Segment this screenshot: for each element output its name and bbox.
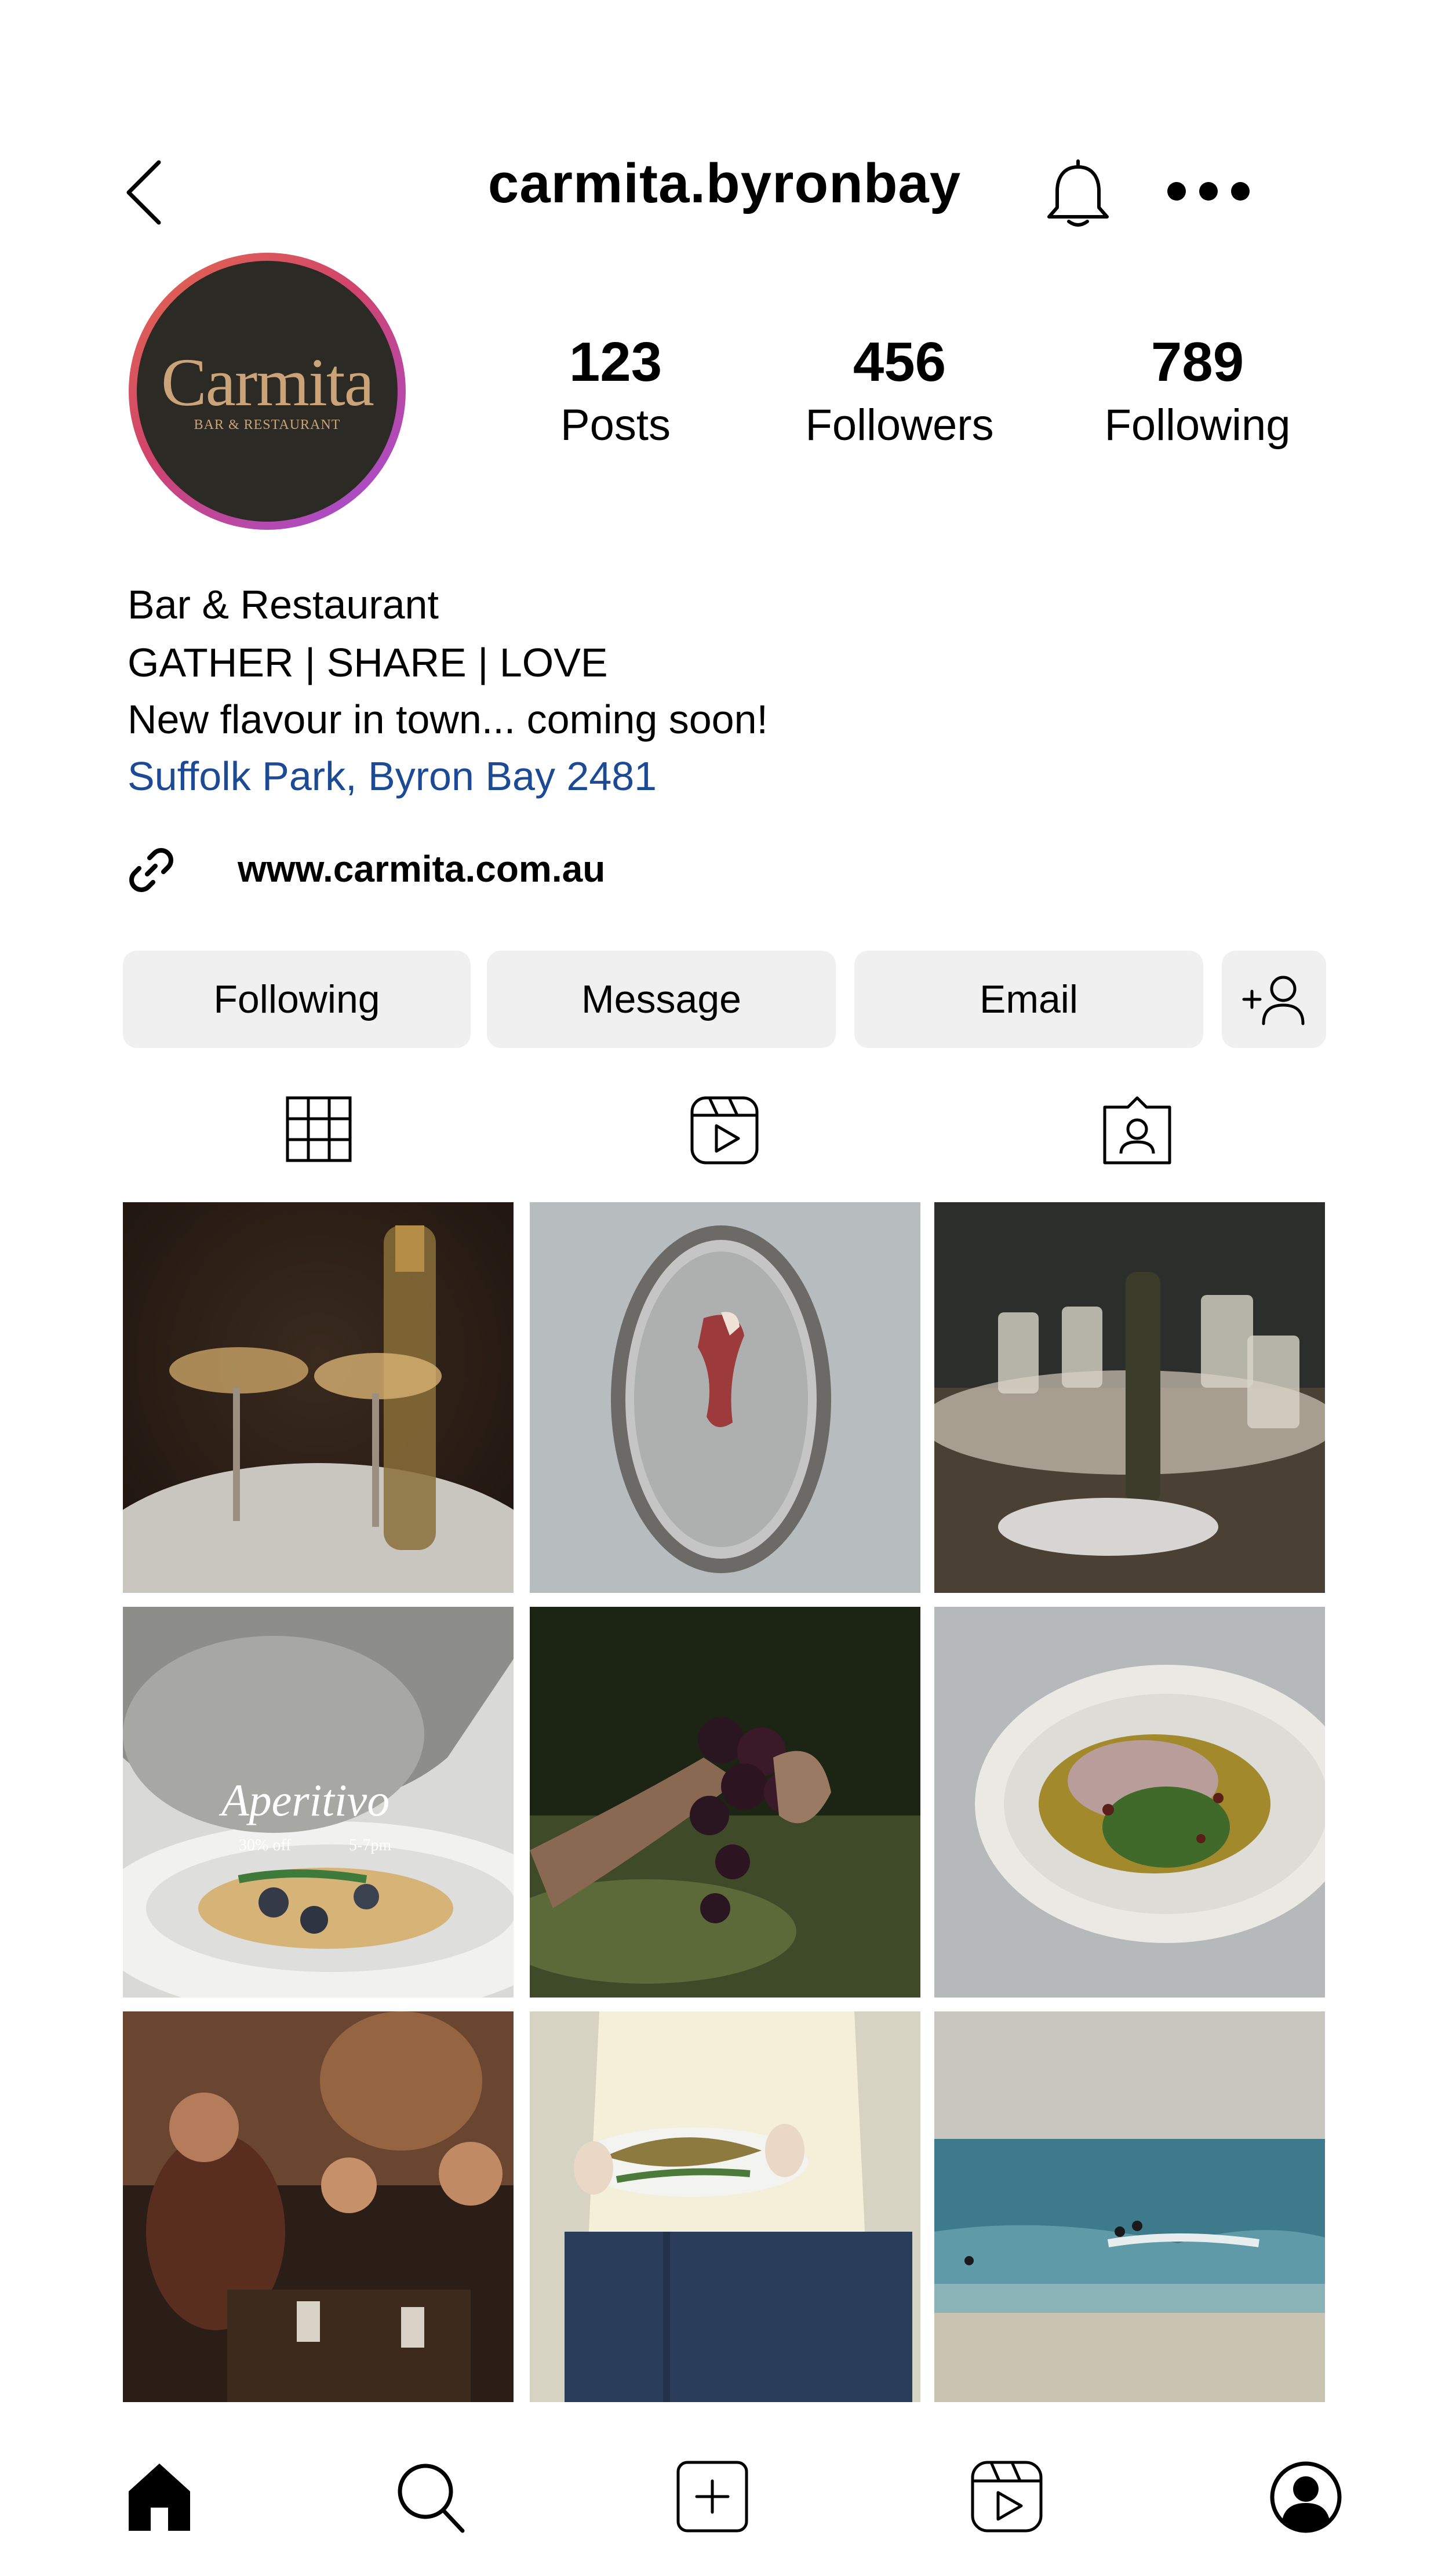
avatar[interactable]: Carmita BAR & RESTAURANT [137, 261, 398, 522]
nav-search[interactable] [392, 2457, 467, 2538]
avatar-logo-text: Carmita [161, 344, 374, 420]
home-icon [129, 2464, 190, 2531]
bio-line: New flavour in town... coming soon! [128, 697, 768, 742]
stat-posts-value: 123 [569, 331, 662, 393]
tab-grid[interactable] [284, 1093, 354, 1169]
post-overlay-subtext: 5-7pm [349, 1836, 391, 1854]
profile-icon [1270, 2461, 1342, 2533]
reels-icon [690, 1096, 759, 1165]
bell-icon[interactable] [1043, 154, 1113, 230]
post-thumbnail[interactable] [934, 2011, 1325, 2402]
stat-following-value: 789 [1151, 331, 1244, 393]
stat-followers[interactable]: 456 Followers [795, 328, 1004, 454]
post-thumbnail[interactable] [934, 1202, 1325, 1593]
nav-home[interactable] [122, 2457, 197, 2538]
post-thumbnail[interactable] [934, 1607, 1325, 1998]
tab-reels[interactable] [689, 1093, 760, 1169]
post-overlay-subtext: 30% off [239, 1836, 292, 1854]
more-options-icon[interactable] [1162, 177, 1255, 206]
avatar-logo-subtitle: BAR & RESTAURANT [194, 417, 341, 432]
add-user-icon [1242, 976, 1305, 1025]
add-user-button[interactable] [1222, 951, 1326, 1048]
grid-icon [286, 1096, 352, 1162]
nav-create[interactable] [675, 2457, 750, 2538]
post-thumbnail[interactable]: Aperitivo 30% off 5-7pm [123, 1607, 514, 1998]
link-icon [129, 848, 173, 892]
post-thumbnail[interactable] [123, 1202, 514, 1593]
bio-location-link[interactable]: Suffolk Park, Byron Bay 2481 [128, 751, 657, 801]
search-icon [398, 2464, 465, 2533]
bio-line: GATHER | SHARE | LOVE [128, 640, 608, 685]
nav-profile[interactable] [1268, 2457, 1344, 2538]
message-button[interactable]: Message [487, 951, 836, 1048]
tagged-icon [1103, 1096, 1171, 1165]
nav-reels[interactable] [969, 2457, 1044, 2538]
stat-posts[interactable]: 123 Posts [511, 328, 720, 454]
stat-followers-value: 456 [853, 331, 946, 393]
following-button[interactable]: Following [123, 951, 471, 1048]
email-button[interactable]: Email [854, 951, 1203, 1048]
create-icon [676, 2461, 748, 2533]
post-thumbnail[interactable] [530, 1607, 920, 1998]
post-thumbnail[interactable] [530, 1202, 920, 1593]
bio-line: Bar & Restaurant [128, 582, 439, 627]
stat-following[interactable]: 789 Following [1093, 328, 1302, 454]
post-overlay-text: Aperitivo [219, 1775, 389, 1825]
stat-following-label: Following [1104, 401, 1291, 450]
tab-tagged[interactable] [1101, 1093, 1173, 1169]
post-thumbnail[interactable] [123, 2011, 514, 2402]
stat-followers-label: Followers [805, 401, 994, 450]
reels-icon [971, 2461, 1043, 2533]
stat-posts-label: Posts [560, 401, 671, 450]
website-link[interactable]: www.carmita.com.au [238, 847, 605, 890]
post-thumbnail[interactable] [530, 2011, 920, 2402]
